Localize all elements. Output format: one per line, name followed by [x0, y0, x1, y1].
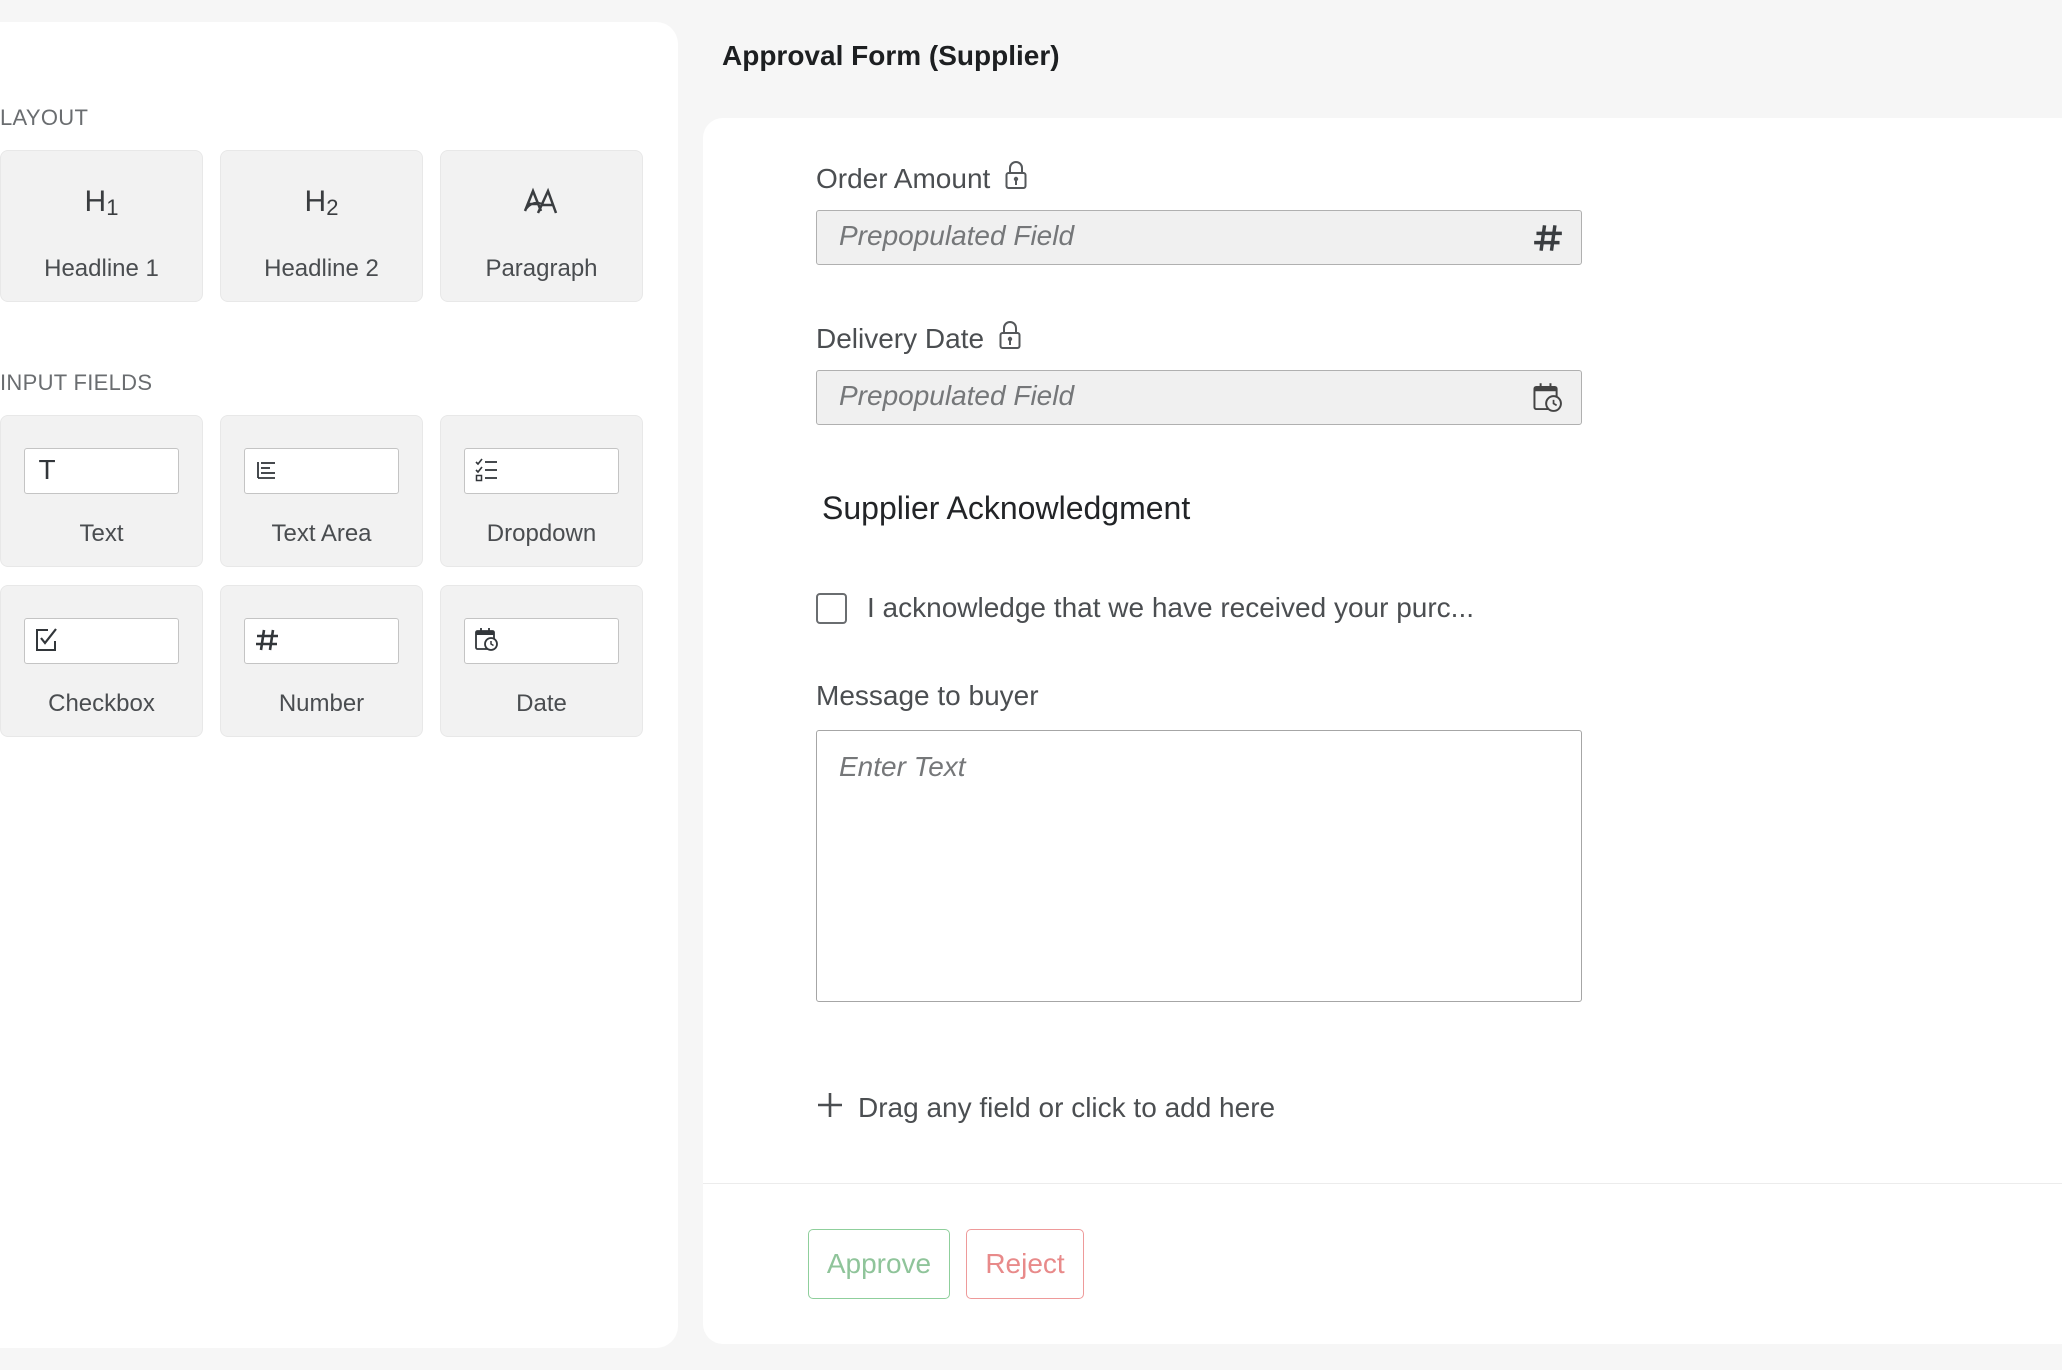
section-heading: Supplier Acknowledgment [822, 490, 1191, 526]
message-placeholder: Enter Text [839, 751, 966, 782]
approve-button[interactable]: Approve [808, 1229, 950, 1299]
acknowledge-checkbox[interactable] [816, 592, 847, 624]
palette-item-label: Headline 2 [264, 255, 379, 282]
layout-section-label: LAYOUT [0, 105, 89, 130]
palette-item-date[interactable]: Date [440, 585, 643, 737]
order-amount-label-text: Order Amount [816, 162, 991, 194]
paragraph-icon [441, 185, 642, 227]
palette-item-label: Paragraph [485, 255, 598, 282]
palette-input-preview [464, 618, 619, 664]
order-amount-label: Order Amount [816, 160, 1028, 197]
acknowledge-text: I acknowledge that we have received your… [867, 592, 1475, 623]
palette-input-preview [244, 448, 399, 494]
palette-item-paragraph[interactable]: Paragraph [440, 150, 643, 302]
headline-2-icon: H2 [304, 185, 339, 220]
lock-icon [998, 320, 1022, 357]
delivery-date-label-text: Delivery Date [816, 322, 985, 354]
palette-item-label: Date [516, 690, 567, 717]
lock-icon [1004, 160, 1028, 197]
palette-input-preview: T [24, 448, 179, 494]
order-amount-field[interactable]: Prepopulated Field [816, 210, 1582, 265]
palette-item-label: Text Area [271, 520, 372, 547]
palette-item-label: Number [278, 690, 365, 717]
date-icon [473, 625, 501, 655]
reject-button[interactable]: Reject [966, 1229, 1084, 1299]
text-area-icon [253, 455, 281, 485]
add-field-button[interactable]: Drag any field or click to add here [816, 1090, 1275, 1126]
message-label: Message to buyer [816, 680, 1039, 712]
palette-input-preview [464, 448, 619, 494]
palette-item-label: Text [79, 520, 124, 547]
number-icon [253, 625, 281, 655]
palette-item-number[interactable]: Number [220, 585, 423, 737]
add-field-text: Drag any field or click to add here [858, 1092, 1276, 1123]
input-fields-section-label: INPUT FIELDS [0, 370, 153, 395]
headline-1-icon: H1 [84, 185, 119, 220]
palette-item-dropdown[interactable]: Dropdown [440, 415, 643, 567]
acknowledge-row: I acknowledge that we have received your… [816, 592, 1474, 624]
footer-divider [703, 1183, 2062, 1184]
palette-item-checkbox[interactable]: Checkbox [0, 585, 203, 737]
palette-item-text[interactable]: T Text [0, 415, 203, 567]
calendar-icon [1531, 381, 1565, 415]
message-label-text: Message to buyer [816, 680, 1039, 711]
text-icon: T [38, 454, 56, 485]
palette-item-label: Headline 1 [44, 255, 159, 282]
palette-item-headline-2[interactable]: H2 Headline 2 [220, 150, 423, 302]
number-icon [1531, 221, 1565, 255]
palette-item-text-area[interactable]: Text Area [220, 415, 423, 567]
message-textarea[interactable]: Enter Text [816, 730, 1582, 1002]
palette-item-label: Checkbox [48, 690, 155, 717]
palette-input-preview [244, 618, 399, 664]
delivery-date-field[interactable]: Prepopulated Field [816, 370, 1582, 425]
palette-item-headline-1[interactable]: H1 Headline 1 [0, 150, 203, 302]
dropdown-icon [473, 455, 501, 485]
delivery-date-label: Delivery Date [816, 320, 1022, 357]
palette-input-preview [24, 618, 179, 664]
checkbox-icon [33, 625, 61, 655]
plus-icon [816, 1086, 844, 1126]
palette-item-label: Dropdown [486, 520, 597, 547]
order-amount-placeholder: Prepopulated Field [839, 220, 1075, 251]
form-title: Approval Form (Supplier) [722, 40, 1060, 71]
delivery-date-placeholder: Prepopulated Field [839, 380, 1075, 411]
